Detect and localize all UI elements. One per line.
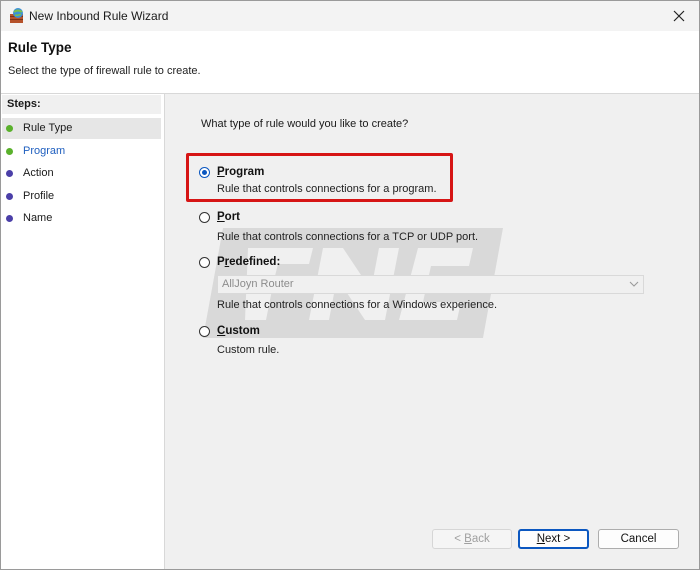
step-profile[interactable]: Profile xyxy=(2,186,161,207)
step-label: Rule Type xyxy=(23,122,73,134)
wizard-header: Rule Type Select the type of firewall ru… xyxy=(1,31,699,94)
custom-radio[interactable] xyxy=(199,326,210,337)
step-label: Action xyxy=(23,167,54,179)
port-description: Rule that controls connections for a TCP… xyxy=(217,231,479,243)
firewall-wizard-icon xyxy=(9,7,26,24)
predefined-description: Rule that controls connections for a Win… xyxy=(217,299,498,311)
step-status-dot xyxy=(6,148,13,155)
port-radio[interactable] xyxy=(199,212,210,223)
program-label[interactable]: Program xyxy=(217,166,264,178)
step-name[interactable]: Name xyxy=(2,208,161,229)
predefined-dropdown[interactable]: AllJoyn Router xyxy=(217,275,644,294)
title-bar: New Inbound Rule Wizard xyxy=(1,1,699,31)
predefined-radio[interactable] xyxy=(199,257,210,268)
back-button[interactable]: < Back xyxy=(432,529,512,549)
step-status-dot xyxy=(6,125,13,132)
step-program[interactable]: Program xyxy=(2,141,161,162)
step-status-dot xyxy=(6,215,13,222)
cancel-button[interactable]: Cancel xyxy=(598,529,679,549)
predefined-dropdown-value: AllJoyn Router xyxy=(222,278,294,290)
predefined-label[interactable]: Predefined: xyxy=(217,256,280,268)
step-status-dot xyxy=(6,170,13,177)
steps-heading-bar: Steps: xyxy=(2,95,161,114)
next-button[interactable]: Next > xyxy=(518,529,589,549)
program-radio[interactable] xyxy=(199,167,210,178)
step-rule-type[interactable]: Rule Type xyxy=(2,118,161,139)
steps-heading: Steps: xyxy=(7,98,41,110)
close-icon xyxy=(673,10,685,22)
custom-description: Custom rule. xyxy=(217,344,280,356)
main-panel: What type of rule would you like to crea… xyxy=(165,94,699,569)
rule-type-question: What type of rule would you like to crea… xyxy=(201,118,409,130)
steps-sidebar: Steps: Rule Type Program Action Profile … xyxy=(1,94,165,569)
step-status-dot xyxy=(6,193,13,200)
window-title: New Inbound Rule Wizard xyxy=(29,9,169,23)
chevron-down-icon xyxy=(629,281,639,287)
program-description: Rule that controls connections for a pro… xyxy=(217,183,437,195)
page-title: Rule Type xyxy=(8,40,72,55)
step-action[interactable]: Action xyxy=(2,163,161,184)
port-label[interactable]: Port xyxy=(217,211,240,223)
close-button[interactable] xyxy=(665,4,693,28)
step-label: Profile xyxy=(23,190,55,202)
step-label: Name xyxy=(23,212,53,224)
page-subtitle: Select the type of firewall rule to crea… xyxy=(8,65,201,77)
custom-label[interactable]: Custom xyxy=(217,325,260,337)
step-label: Program xyxy=(23,145,66,157)
wizard-window: New Inbound Rule Wizard Rule Type Select… xyxy=(0,0,700,570)
